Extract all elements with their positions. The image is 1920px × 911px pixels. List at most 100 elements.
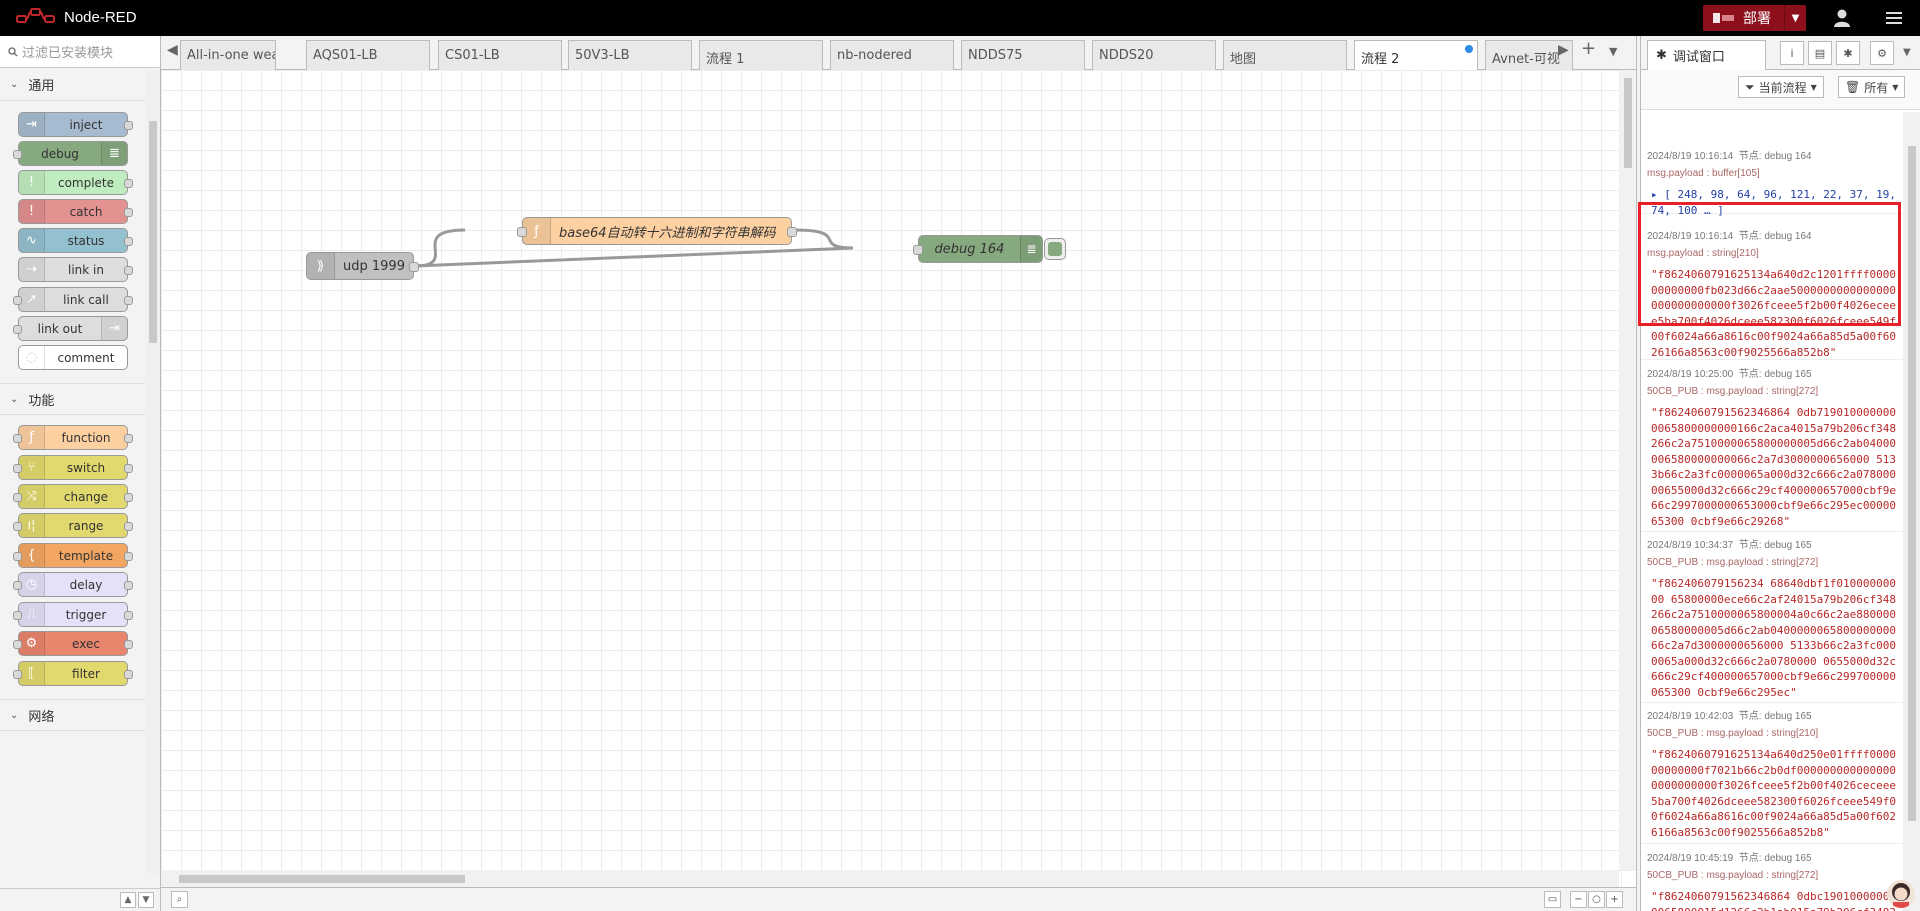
scroll-tabs-left-icon[interactable]: ◀ [167, 42, 178, 58]
scroll-tabs-right-icon[interactable]: ▶ [1558, 42, 1569, 58]
node-red-logo-icon [16, 8, 55, 23]
palette-node-complete[interactable]: ! complete [18, 170, 133, 195]
gear-icon[interactable]: ⚙ [1870, 41, 1894, 65]
palette-scrollbar[interactable] [146, 69, 160, 874]
tab-map[interactable]: 地图 [1223, 40, 1347, 70]
collapse-all-icon[interactable]: ▲ [120, 892, 136, 908]
expand-all-icon[interactable]: ▼ [138, 892, 154, 908]
message-value[interactable]: "f862406079156234 68640dbf1f01000000000 … [1647, 576, 1897, 700]
assistant-avatar-icon[interactable] [1887, 880, 1915, 908]
debug-message[interactable]: 2024/8/19 10:45:19 节点: debug 165 50CB_PU… [1641, 846, 1903, 911]
input-port [13, 434, 22, 443]
main-menu-icon[interactable] [1885, 9, 1903, 27]
output-port [124, 266, 133, 275]
tab-cs01-lb[interactable]: CS01-LB [438, 40, 562, 70]
palette-node-catch[interactable]: ! catch [18, 199, 133, 224]
clear-all-button[interactable]: 🗑 所有 ▼ [1838, 76, 1906, 98]
tab-50v3-lb[interactable]: 50V3-LB [568, 40, 692, 70]
palette-node-function[interactable]: ƒ function [13, 425, 133, 450]
message-value[interactable]: "f8624060791562346864 0dbc19010000000006… [1647, 889, 1897, 911]
trigger-icon: ⎍ [19, 603, 45, 626]
chevron-down-icon: ⌄ [10, 393, 19, 405]
scrollbar-thumb[interactable] [149, 121, 157, 343]
clock-icon: ◷ [19, 573, 45, 596]
deploy-menu-chevron-icon[interactable]: ▼ [1784, 5, 1806, 31]
filter-current-flow-button[interactable]: ⏷ 当前流程 ▼ [1738, 76, 1824, 98]
tab-flow-2[interactable]: 流程 2 [1354, 40, 1478, 71]
tab-aqs01-lb[interactable]: AQS01-LB [306, 40, 430, 70]
scrollbar-thumb[interactable] [1624, 78, 1632, 168]
filter-icon: ⏷ [1745, 79, 1755, 94]
search-icon[interactable]: ⌕ [171, 891, 188, 908]
palette-node-range[interactable]: ı¦ range [13, 513, 133, 538]
output-port [124, 208, 133, 217]
output-port [124, 522, 133, 531]
function-icon: ƒ [523, 218, 551, 244]
workspace-horizontal-scrollbar[interactable] [161, 870, 1619, 887]
palette-node-template[interactable]: {template [13, 543, 133, 568]
expand-caret-icon[interactable]: ▸ [1651, 188, 1658, 201]
palette-node-trigger[interactable]: ⎍ trigger [13, 602, 133, 627]
palette-node-inject[interactable]: ⇥ inject [18, 112, 133, 137]
tabs-menu-chevron-icon[interactable]: ▼ [1609, 45, 1617, 58]
palette-node-change[interactable]: ⤨ change [13, 484, 133, 509]
scrollbar-thumb[interactable] [179, 875, 465, 883]
input-port [13, 522, 22, 531]
info-icon[interactable]: i [1780, 41, 1804, 65]
udp-icon: ⟫ [307, 253, 335, 279]
tab-flow-1[interactable]: 流程 1 [699, 40, 823, 70]
debug-message[interactable]: 2024/8/19 10:42:03 节点: debug 165 50CB_PU… [1641, 704, 1903, 844]
flow-node-debug[interactable]: debug 164 ≣ [913, 235, 1043, 263]
debug-message[interactable]: 2024/8/19 10:25:00 节点: debug 165 50CB_PU… [1641, 362, 1903, 532]
palette-node-debug[interactable]: debug ≣ [13, 141, 128, 166]
message-value[interactable]: "f8624060791625134a640d250e01ffff0000000… [1647, 747, 1897, 840]
debug-bug-icon[interactable]: ✱ [1836, 41, 1860, 65]
book-icon[interactable]: ▤ [1808, 41, 1832, 65]
workspace-vertical-scrollbar[interactable] [1619, 70, 1636, 870]
tab-nb-nodered[interactable]: nb-nodered [830, 40, 954, 70]
link-in-icon: ⇢ [19, 258, 45, 281]
zoom-reset-icon[interactable]: ○ [1588, 891, 1605, 908]
sidebar-menu-chevron-icon[interactable]: ▼ [1903, 47, 1911, 58]
app-logo[interactable]: Node-RED [16, 7, 137, 27]
palette-node-filter[interactable]: ⟦ filter [13, 661, 133, 686]
zoom-out-icon[interactable]: − [1570, 891, 1587, 908]
palette-node-comment[interactable]: ◌ comment [18, 345, 128, 370]
braces-icon: { [19, 544, 45, 567]
zoom-in-icon[interactable]: + [1606, 891, 1623, 908]
scrollbar-thumb[interactable] [1908, 146, 1916, 821]
debug-toggle-button[interactable] [1044, 238, 1066, 260]
palette-node-delay[interactable]: ◷ delay [13, 572, 133, 597]
palette-node-link-call[interactable]: ↗ link call [13, 287, 133, 312]
sidebar-scrollbar[interactable] [1903, 112, 1920, 911]
tab-all-in-one-weather[interactable]: All-in-one weather s [180, 40, 276, 70]
tab-ndds75[interactable]: NDDS75 [961, 40, 1085, 70]
output-port [124, 670, 133, 679]
workspace-tabs: ◀ All-in-one weather s AQS01-LB CS01-LB … [161, 36, 1636, 71]
palette-node-exec[interactable]: ⚙ exec [13, 631, 133, 656]
output-port [124, 121, 133, 130]
comment-icon: ◌ [19, 346, 45, 369]
changed-indicator-icon [1465, 45, 1473, 53]
palette-node-link-out[interactable]: link out ⇥ [13, 316, 128, 341]
bug-icon: ✱ [1656, 48, 1667, 63]
add-flow-icon[interactable]: + [1581, 38, 1596, 59]
palette-node-link-in[interactable]: ⇢ link in [18, 257, 133, 282]
user-icon[interactable] [1832, 8, 1852, 28]
debug-message[interactable]: 2024/8/19 10:34:37 节点: debug 165 50CB_PU… [1641, 533, 1903, 703]
deploy-button[interactable]: 部署 ▼ [1703, 5, 1806, 31]
flow-node-udp[interactable]: ⟫ udp 1999 [306, 252, 419, 280]
palette-node-switch[interactable]: ⑂ switch [13, 455, 133, 480]
flow-node-function[interactable]: ƒ base64自动转十六进制和字符串解码 [517, 217, 797, 245]
message-value[interactable]: "f8624060791562346864 0db719010000000006… [1647, 405, 1897, 529]
output-port [124, 611, 133, 620]
palette-node-status[interactable]: ∿ status [18, 228, 133, 253]
navigator-icon[interactable]: ▭ [1544, 891, 1561, 908]
palette-category-function[interactable]: ⌄ 功能 [0, 383, 145, 415]
palette-category-network[interactable]: ⌄ 网络 [0, 699, 145, 731]
tab-ndds20[interactable]: NDDS20 [1092, 40, 1216, 70]
tab-debug[interactable]: ✱ 调试窗口 [1647, 40, 1766, 70]
palette-search[interactable]: 过滤已安装模块 [0, 36, 160, 68]
flow-workspace[interactable]: ⟫ udp 1999 ƒ base64自动转十六进制和字符串解码 debug 1… [161, 70, 1636, 887]
palette-category-common[interactable]: ⌄ 通用 [0, 69, 145, 101]
